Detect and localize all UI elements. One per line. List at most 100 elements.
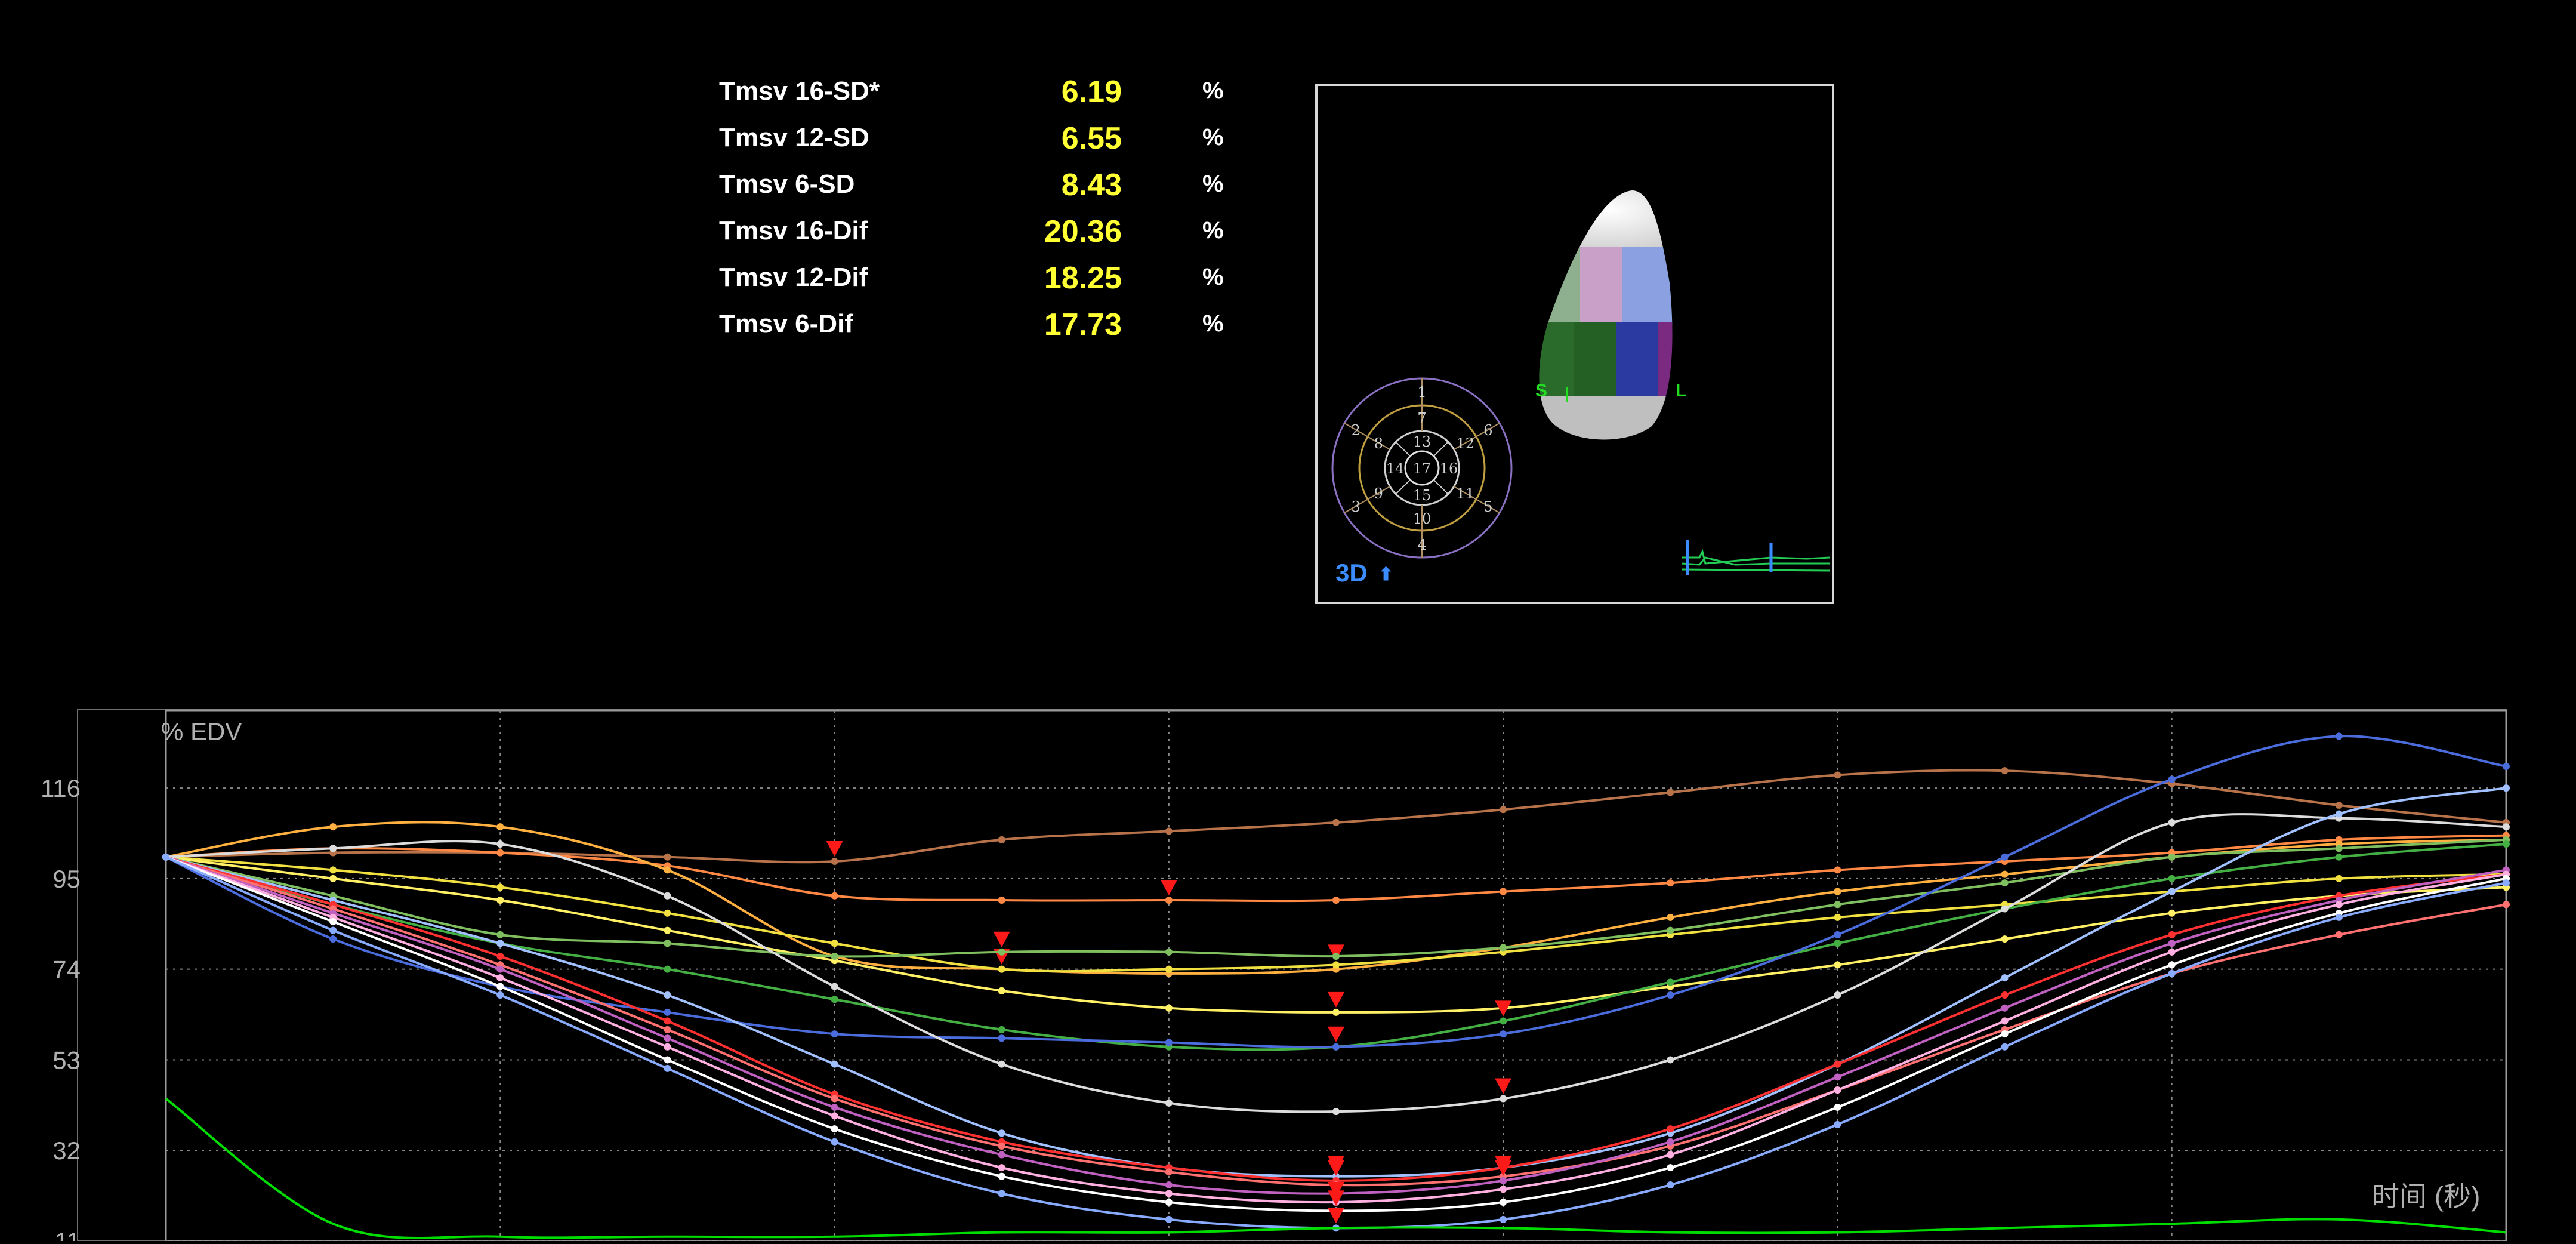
data-point bbox=[1500, 1177, 1507, 1184]
data-point bbox=[2335, 845, 2343, 852]
data-point bbox=[998, 1060, 1005, 1068]
data-point bbox=[2335, 853, 2343, 861]
arrow-up-icon[interactable]: ⬆ bbox=[1378, 565, 1393, 584]
bullseye-segment-label: 3 bbox=[1352, 498, 1361, 515]
stat-row: Tmsv 12-SD 6.55% bbox=[719, 121, 1238, 170]
data-point bbox=[1667, 1138, 1674, 1146]
data-point bbox=[831, 1095, 838, 1103]
data-point bbox=[2503, 879, 2510, 887]
data-point bbox=[1667, 879, 1674, 887]
data-point bbox=[664, 853, 671, 861]
data-point bbox=[162, 853, 169, 861]
data-point bbox=[2001, 879, 2009, 887]
data-point bbox=[2001, 974, 2009, 982]
bullseye-segment-label: 14 bbox=[1386, 460, 1405, 477]
data-point bbox=[1500, 806, 1507, 814]
data-point bbox=[1834, 1073, 1841, 1081]
data-point bbox=[998, 836, 1005, 843]
data-point bbox=[2335, 931, 2343, 938]
data-point bbox=[496, 840, 504, 848]
bullseye-segment-label: 15 bbox=[1413, 487, 1432, 504]
data-point bbox=[1500, 1198, 1507, 1206]
data-point bbox=[1667, 978, 1674, 986]
min-volume-marker bbox=[1495, 1078, 1512, 1094]
data-point bbox=[2503, 840, 2510, 848]
bullseye-divider bbox=[1433, 441, 1449, 457]
data-point bbox=[664, 991, 671, 999]
data-point bbox=[1332, 961, 1340, 969]
bullseye-segment-label: 10 bbox=[1413, 510, 1432, 527]
data-point bbox=[1500, 1030, 1507, 1038]
data-point bbox=[1332, 818, 1340, 826]
y-tick-label: 95 bbox=[53, 865, 81, 893]
y-tick-label: 32 bbox=[53, 1137, 81, 1165]
data-point bbox=[1834, 1086, 1841, 1094]
data-point bbox=[2168, 888, 2176, 895]
data-point bbox=[2168, 948, 2176, 956]
data-point bbox=[1834, 1103, 1841, 1111]
data-point bbox=[1500, 1095, 1507, 1103]
data-point bbox=[2168, 931, 2176, 938]
min-volume-marker bbox=[1160, 880, 1177, 896]
data-point bbox=[664, 1043, 671, 1051]
orientation-left-label: S bbox=[1535, 381, 1547, 401]
series-group bbox=[162, 732, 2510, 1240]
data-point bbox=[496, 931, 504, 938]
data-point bbox=[1332, 952, 1340, 960]
data-point bbox=[1332, 1008, 1340, 1016]
data-point bbox=[1834, 771, 1841, 779]
stat-label: Tmsv 16-Dif bbox=[719, 216, 868, 245]
data-point bbox=[664, 926, 671, 934]
data-point bbox=[496, 974, 504, 982]
data-point bbox=[329, 926, 337, 934]
view-3d-label[interactable]: 3D bbox=[1335, 559, 1368, 587]
series-line bbox=[165, 834, 2507, 903]
stat-value: 6.55 bbox=[1061, 121, 1122, 156]
data-point bbox=[329, 866, 337, 874]
data-point bbox=[1165, 1099, 1173, 1107]
data-point bbox=[664, 892, 671, 900]
data-point bbox=[496, 965, 504, 973]
data-point bbox=[2168, 775, 2176, 783]
data-point bbox=[2001, 870, 2009, 878]
bullseye-plot: 165432712111098 13161514 17 bbox=[1331, 377, 1513, 559]
data-point bbox=[496, 991, 504, 999]
data-point bbox=[1165, 965, 1173, 973]
data-point bbox=[2335, 802, 2343, 809]
data-point bbox=[1332, 1108, 1340, 1116]
data-point bbox=[664, 1056, 671, 1064]
chart-svg: 11 32 53 74 95 116 % EDV 时间 (秒) bbox=[41, 709, 2510, 1244]
x-axis-label: 时间 (秒) bbox=[2372, 1181, 2480, 1212]
data-point bbox=[496, 940, 504, 947]
data-point bbox=[998, 1172, 1005, 1180]
data-point bbox=[2168, 909, 2176, 917]
stat-row: Tmsv 16-SD* 6.19% bbox=[719, 75, 1238, 123]
min-volume-marker bbox=[993, 931, 1010, 947]
data-point bbox=[998, 987, 1005, 994]
data-point bbox=[1500, 1215, 1507, 1223]
stat-row: Tmsv 6-Dif 17.73% bbox=[719, 307, 1238, 356]
data-point bbox=[1834, 931, 1841, 938]
bullseye-segment-label: 4 bbox=[1417, 537, 1426, 553]
y-axis-label: % EDV bbox=[161, 718, 242, 746]
bullseye-divider bbox=[1395, 479, 1411, 495]
series-line bbox=[165, 855, 2507, 1187]
data-point bbox=[2503, 762, 2510, 770]
min-volume-marker bbox=[1328, 1026, 1344, 1042]
data-point bbox=[2503, 823, 2510, 831]
data-point bbox=[1834, 961, 1841, 969]
data-point bbox=[329, 875, 337, 882]
min-volume-marker bbox=[1328, 1160, 1344, 1176]
bullseye-segment-label: 2 bbox=[1352, 422, 1361, 439]
data-point bbox=[1834, 991, 1841, 999]
data-point bbox=[664, 940, 671, 947]
data-point bbox=[998, 1164, 1005, 1172]
data-point bbox=[664, 1017, 671, 1025]
bullseye-segment-label: 11 bbox=[1456, 485, 1474, 502]
data-point bbox=[2503, 784, 2510, 792]
min-volume-marker bbox=[1328, 991, 1344, 1008]
bullseye-segment-label: 12 bbox=[1456, 435, 1474, 452]
y-tick-label: 116 bbox=[41, 774, 81, 802]
data-point bbox=[329, 918, 337, 926]
stat-label: Tmsv 6-Dif bbox=[719, 309, 853, 338]
